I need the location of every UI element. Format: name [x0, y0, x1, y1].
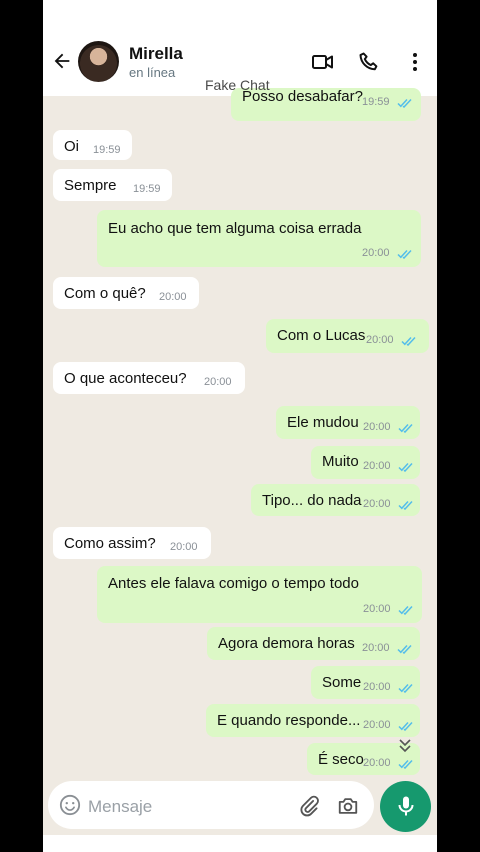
message-time: 20:00	[362, 642, 390, 654]
read-ticks-icon	[398, 462, 413, 472]
phone-icon[interactable]	[357, 50, 381, 74]
mic-icon	[398, 796, 414, 816]
message-time: 20:00	[363, 460, 391, 472]
read-ticks-icon	[397, 249, 412, 259]
message-time: 19:59	[93, 144, 121, 156]
watermark: Fake Chat	[205, 77, 270, 93]
outgoing-message[interactable]: Tipo... do nada 20:00	[251, 484, 420, 516]
contact-name[interactable]: Mirella	[129, 44, 183, 64]
message-time: 19:59	[133, 183, 161, 195]
more-vert-icon[interactable]	[403, 50, 427, 74]
message-time: 20:00	[363, 757, 391, 769]
message-time: 20:00	[204, 376, 232, 388]
message-text: Eu acho que tem alguma coisa errada	[108, 220, 362, 237]
message-time: 20:00	[159, 291, 187, 303]
message-text: Ele mudou	[287, 414, 359, 431]
message-text: Muito	[322, 453, 359, 470]
message-list[interactable]: Posso desabafar? 19:59 Oi 19:59 Sempre 19:59 E…	[43, 88, 437, 780]
outgoing-message[interactable]: Eu acho que tem alguma coisa errada 20:00	[97, 210, 421, 267]
message-time: 20:00	[170, 541, 198, 553]
outgoing-message[interactable]: Some 20:00	[311, 666, 420, 699]
video-call-icon[interactable]	[311, 50, 335, 74]
avatar[interactable]	[78, 41, 119, 82]
read-ticks-icon	[397, 644, 412, 654]
outgoing-message[interactable]: Ele mudou 20:00	[276, 406, 420, 439]
navigation-bar	[43, 835, 437, 852]
message-text: Some	[322, 674, 362, 691]
message-text: Oi	[64, 138, 79, 155]
message-text: Com o quê?	[64, 285, 146, 302]
phone-screen: Mirella en línea Fake Chat Posso desabaf…	[43, 0, 437, 852]
read-ticks-icon	[398, 721, 413, 731]
read-ticks-icon	[398, 500, 413, 510]
message-time: 20:00	[363, 719, 391, 731]
incoming-message[interactable]: Oi 19:59	[53, 130, 132, 160]
message-time: 19:59	[362, 96, 390, 108]
incoming-message[interactable]: Sempre 19:59	[53, 169, 172, 201]
message-time: 20:00	[363, 603, 391, 615]
incoming-message[interactable]: Como assim? 20:00	[53, 527, 211, 559]
outgoing-message[interactable]: E quando responde... 20:00	[206, 704, 420, 737]
read-ticks-icon	[397, 98, 412, 108]
read-ticks-icon	[398, 423, 413, 433]
emoji-icon[interactable]	[59, 794, 81, 816]
message-text: Sempre	[64, 177, 117, 194]
outgoing-message[interactable]: Com o Lucas 20:00	[266, 319, 429, 353]
camera-icon[interactable]	[337, 795, 359, 817]
status-bar	[43, 0, 437, 28]
outgoing-message[interactable]: Agora demora horas 20:00	[207, 627, 420, 660]
message-text: Tipo... do nada	[262, 492, 362, 509]
message-time: 20:00	[363, 421, 391, 433]
message-composer[interactable]: Mensaje	[48, 781, 374, 829]
message-text: Agora demora horas	[218, 635, 355, 652]
message-time: 20:00	[366, 334, 394, 346]
message-time: 20:00	[363, 498, 391, 510]
message-text: É seco	[318, 751, 364, 768]
message-input[interactable]: Mensaje	[88, 797, 152, 817]
outgoing-message[interactable]: Muito 20:00	[311, 446, 420, 479]
message-text: Com o Lucas	[277, 327, 366, 344]
message-time: 20:00	[362, 247, 390, 259]
outgoing-message[interactable]: Antes ele falava comigo o tempo todo 20:0…	[97, 566, 422, 623]
message-text: Antes ele falava comigo o tempo todo	[108, 575, 359, 592]
read-ticks-icon	[401, 336, 416, 346]
incoming-message[interactable]: Com o quê? 20:00	[53, 277, 199, 309]
incoming-message[interactable]: O que aconteceu? 20:00	[53, 362, 245, 394]
message-text: Como assim?	[64, 535, 156, 552]
read-ticks-icon	[398, 759, 413, 769]
read-ticks-icon	[398, 683, 413, 693]
message-text: O que aconteceu?	[64, 370, 187, 387]
read-ticks-icon	[398, 605, 413, 615]
message-time: 20:00	[363, 681, 391, 693]
contact-status: en línea	[129, 65, 176, 80]
attach-icon[interactable]	[298, 795, 320, 817]
back-arrow-icon[interactable]	[51, 50, 73, 72]
message-text: E quando responde...	[217, 712, 361, 729]
scroll-down-icon[interactable]	[396, 737, 414, 755]
mic-button[interactable]	[380, 781, 431, 832]
